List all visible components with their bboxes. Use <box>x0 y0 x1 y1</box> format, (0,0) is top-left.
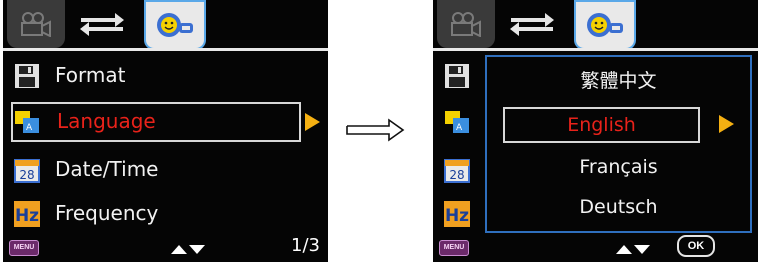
language-dropdown: 繁體中文 English Français Deutsch <box>485 55 752 233</box>
svg-text:A: A <box>456 123 463 133</box>
language-option-english[interactable]: English <box>503 107 700 143</box>
floppy-disk-icon <box>445 64 469 88</box>
swap-arrows-icon <box>80 13 124 36</box>
swap-arrows-icon <box>510 13 554 36</box>
language-option-german[interactable]: Deutsch <box>487 189 750 225</box>
tab-underline <box>3 48 328 51</box>
mode-tabs <box>433 0 758 52</box>
menu-button[interactable]: MENU <box>9 240 39 256</box>
menu-item-frequency[interactable]: Hz Frequency <box>11 194 301 234</box>
transition-arrow-icon <box>346 118 405 142</box>
submenu-arrow-icon <box>305 113 320 131</box>
up-down-arrows-icon <box>171 244 205 254</box>
menu-item-language[interactable]: A Language <box>11 102 320 142</box>
tab-playback[interactable] <box>503 0 561 48</box>
menu-button[interactable]: MENU <box>439 240 469 256</box>
selection-arrow-icon <box>719 115 734 133</box>
up-down-arrows-icon <box>616 244 650 254</box>
svg-text:28: 28 <box>19 168 34 182</box>
gear-face-icon <box>587 13 623 37</box>
menu-item-label: Date/Time <box>55 157 159 181</box>
tab-settings[interactable] <box>574 0 636 50</box>
language-option-french[interactable]: Français <box>487 149 750 185</box>
svg-text:28: 28 <box>449 168 464 182</box>
language-flag-icon: A <box>15 111 39 133</box>
menu-item-datetime[interactable]: 28 Date/Time <box>11 150 301 190</box>
tab-settings[interactable] <box>144 0 206 50</box>
calendar-icon: 28 <box>444 159 470 183</box>
ok-button[interactable]: OK <box>677 235 715 257</box>
menu-item-label: Frequency <box>55 201 159 225</box>
tab-camera[interactable] <box>437 0 495 48</box>
menu-item-format[interactable]: Format <box>11 56 301 96</box>
tab-underline <box>433 48 758 51</box>
language-select-screen: A 28 Hz 繁體中文 English Français Deutsch ME… <box>433 0 758 262</box>
hz-icon: Hz <box>444 201 470 227</box>
hz-icon: Hz <box>14 201 40 227</box>
video-camera-icon <box>451 12 481 37</box>
floppy-disk-icon <box>15 64 39 88</box>
menu-item-label: Format <box>55 63 126 87</box>
svg-text:Hz: Hz <box>15 206 39 226</box>
page-indicator: 1/3 <box>291 235 320 256</box>
tab-camera[interactable] <box>7 0 65 48</box>
mode-tabs <box>3 0 328 52</box>
language-option-chinese[interactable]: 繁體中文 <box>487 63 750 99</box>
settings-menu-screen: Format A Language 28 Date/Time Hz Freque… <box>3 0 328 262</box>
tab-playback[interactable] <box>73 0 131 48</box>
svg-text:A: A <box>26 123 33 133</box>
calendar-icon: 28 <box>14 159 40 183</box>
svg-text:Hz: Hz <box>445 206 469 226</box>
language-flag-icon: A <box>445 111 469 133</box>
menu-item-label: Language <box>57 109 156 133</box>
bottom-bar: MENU 1/3 <box>3 230 328 262</box>
bottom-bar: MENU OK <box>433 230 758 262</box>
gear-face-icon <box>157 13 193 37</box>
video-camera-icon <box>21 12 51 37</box>
